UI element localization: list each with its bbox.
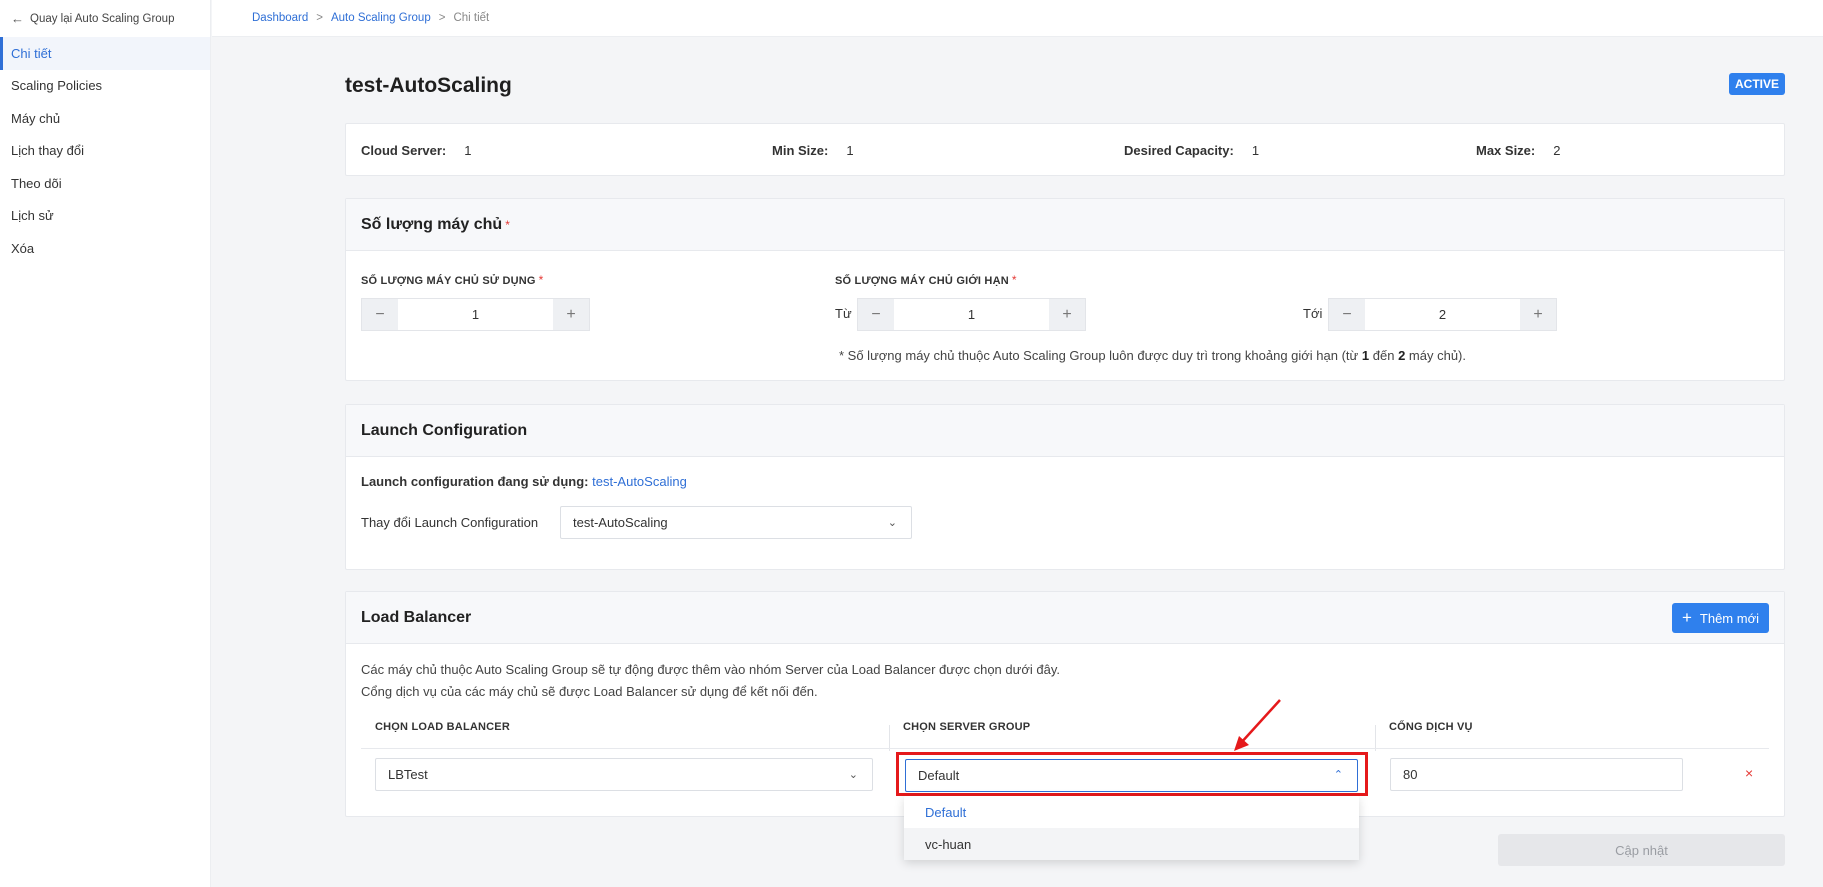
server-group-dropdown: Default vc-huan — [904, 796, 1359, 860]
summary-max-size: Max Size: 2 — [1476, 143, 1561, 158]
service-port-input[interactable]: 80 — [1390, 758, 1683, 791]
from-label: Từ — [835, 306, 852, 321]
limit-note: * Số lượng máy chủ thuộc Auto Scaling Gr… — [839, 348, 1466, 363]
min-limit-value[interactable]: 1 — [894, 299, 1049, 330]
plus-icon: + — [1062, 305, 1072, 323]
current-launch-config: Launch configuration đang sử dụng: test-… — [361, 474, 687, 489]
sidebar: ← Quay lại Auto Scaling Group Chi tiết S… — [0, 0, 211, 887]
load-balancer-header: Load Balancer — [346, 592, 1784, 644]
sidebar-item-scaling-policies[interactable]: Scaling Policies — [0, 70, 210, 103]
limit-count-label: SỐ LƯỢNG MÁY CHỦ GIỚI HẠN * — [835, 273, 1017, 287]
load-balancer-desc-2: Cổng dịch vụ của các máy chủ sẽ được Loa… — [361, 684, 818, 699]
summary-desired-capacity: Desired Capacity: 1 — [1124, 143, 1260, 158]
minus-icon: − — [1342, 305, 1352, 323]
used-count-value[interactable]: 1 — [398, 299, 553, 330]
plus-icon: + — [566, 305, 576, 323]
server-count-header: Số lượng máy chủ * — [346, 199, 1784, 251]
annotation-arrow-icon — [1234, 699, 1281, 751]
sidebar-item-xoa[interactable]: Xóa — [0, 232, 210, 265]
sidebar-item-lich-su[interactable]: Lịch sử — [0, 200, 210, 233]
chevron-down-icon: ⌄ — [848, 769, 858, 781]
summary-card: Cloud Server: 1 Min Size: 1 Desired Capa… — [345, 123, 1785, 176]
minus-icon: − — [375, 305, 385, 323]
launch-config-card: Launch Configuration Launch configuratio… — [345, 404, 1785, 570]
decrement-button[interactable]: − — [858, 299, 894, 330]
column-header-server-group: CHỌN SERVER GROUP — [903, 721, 1031, 733]
breadcrumb-separator: > — [316, 12, 323, 24]
used-count-stepper[interactable]: − 1 + — [361, 298, 590, 331]
max-limit-stepper[interactable]: − 2 + — [1328, 298, 1557, 331]
required-mark: * — [505, 217, 510, 232]
summary-cloud-server: Cloud Server: 1 — [361, 143, 472, 158]
increment-button[interactable]: + — [1520, 299, 1556, 330]
column-header-port: CỔNG DỊCH VỤ — [1389, 721, 1473, 733]
status-badge: ACTIVE — [1728, 73, 1785, 95]
increment-button[interactable]: + — [1049, 299, 1085, 330]
sidebar-item-lich-thay-doi[interactable]: Lịch thay đổi — [0, 135, 210, 168]
column-header-load-balancer: CHỌN LOAD BALANCER — [375, 721, 510, 733]
sidebar-item-chi-tiet[interactable]: Chi tiết — [0, 37, 210, 70]
min-limit-stepper[interactable]: − 1 + — [857, 298, 1086, 331]
increment-button[interactable]: + — [553, 299, 589, 330]
plus-icon: + — [1681, 608, 1692, 627]
decrement-button[interactable]: − — [362, 299, 398, 330]
table-header-divider — [361, 748, 1769, 749]
breadcrumb-current: Chi tiết — [453, 12, 490, 24]
dropdown-option-vc-huan[interactable]: vc-huan — [904, 828, 1359, 860]
minus-icon: − — [871, 305, 881, 323]
breadcrumb: Dashboard > Auto Scaling Group > Chi tiế… — [212, 0, 1823, 37]
used-count-label: SỐ LƯỢNG MÁY CHỦ SỬ DỤNG * — [361, 273, 544, 287]
launch-config-header: Launch Configuration — [346, 405, 1784, 457]
add-load-balancer-button[interactable]: + Thêm mới — [1671, 603, 1769, 633]
highlight-box — [896, 752, 1368, 796]
sidebar-item-may-chu[interactable]: Máy chủ — [0, 102, 210, 135]
sidebar-item-theo-doi[interactable]: Theo dõi — [0, 167, 210, 200]
breadcrumb-dashboard[interactable]: Dashboard — [252, 12, 308, 24]
page-title: test-AutoScaling — [345, 74, 512, 97]
max-limit-value[interactable]: 2 — [1365, 299, 1520, 330]
back-link[interactable]: ← Quay lại Auto Scaling Group — [0, 0, 210, 37]
summary-min-size: Min Size: 1 — [772, 143, 854, 158]
remove-row-icon[interactable]: × — [1745, 765, 1753, 781]
decrement-button[interactable]: − — [1329, 299, 1365, 330]
launch-config-select[interactable]: test-AutoScaling ⌄ — [560, 506, 912, 539]
chevron-down-icon: ⌄ — [887, 517, 897, 529]
back-link-label: Quay lại Auto Scaling Group — [30, 12, 175, 25]
load-balancer-desc-1: Các máy chủ thuộc Auto Scaling Group sẽ … — [361, 662, 1060, 677]
current-launch-config-link[interactable]: test-AutoScaling — [592, 474, 687, 489]
dropdown-option-default[interactable]: Default — [904, 796, 1359, 828]
update-button[interactable]: Cập nhật — [1498, 834, 1785, 866]
to-label: Tới — [1303, 306, 1323, 321]
breadcrumb-auto-scaling-group[interactable]: Auto Scaling Group — [331, 12, 431, 24]
change-launch-config-label: Thay đổi Launch Configuration — [361, 515, 539, 530]
server-count-card: Số lượng máy chủ * SỐ LƯỢNG MÁY CHỦ SỬ DỤ… — [345, 198, 1785, 381]
breadcrumb-separator: > — [438, 12, 446, 24]
load-balancer-select[interactable]: LBTest ⌄ — [375, 758, 873, 791]
arrow-left-icon: ← — [11, 11, 24, 26]
plus-icon: + — [1533, 305, 1543, 323]
